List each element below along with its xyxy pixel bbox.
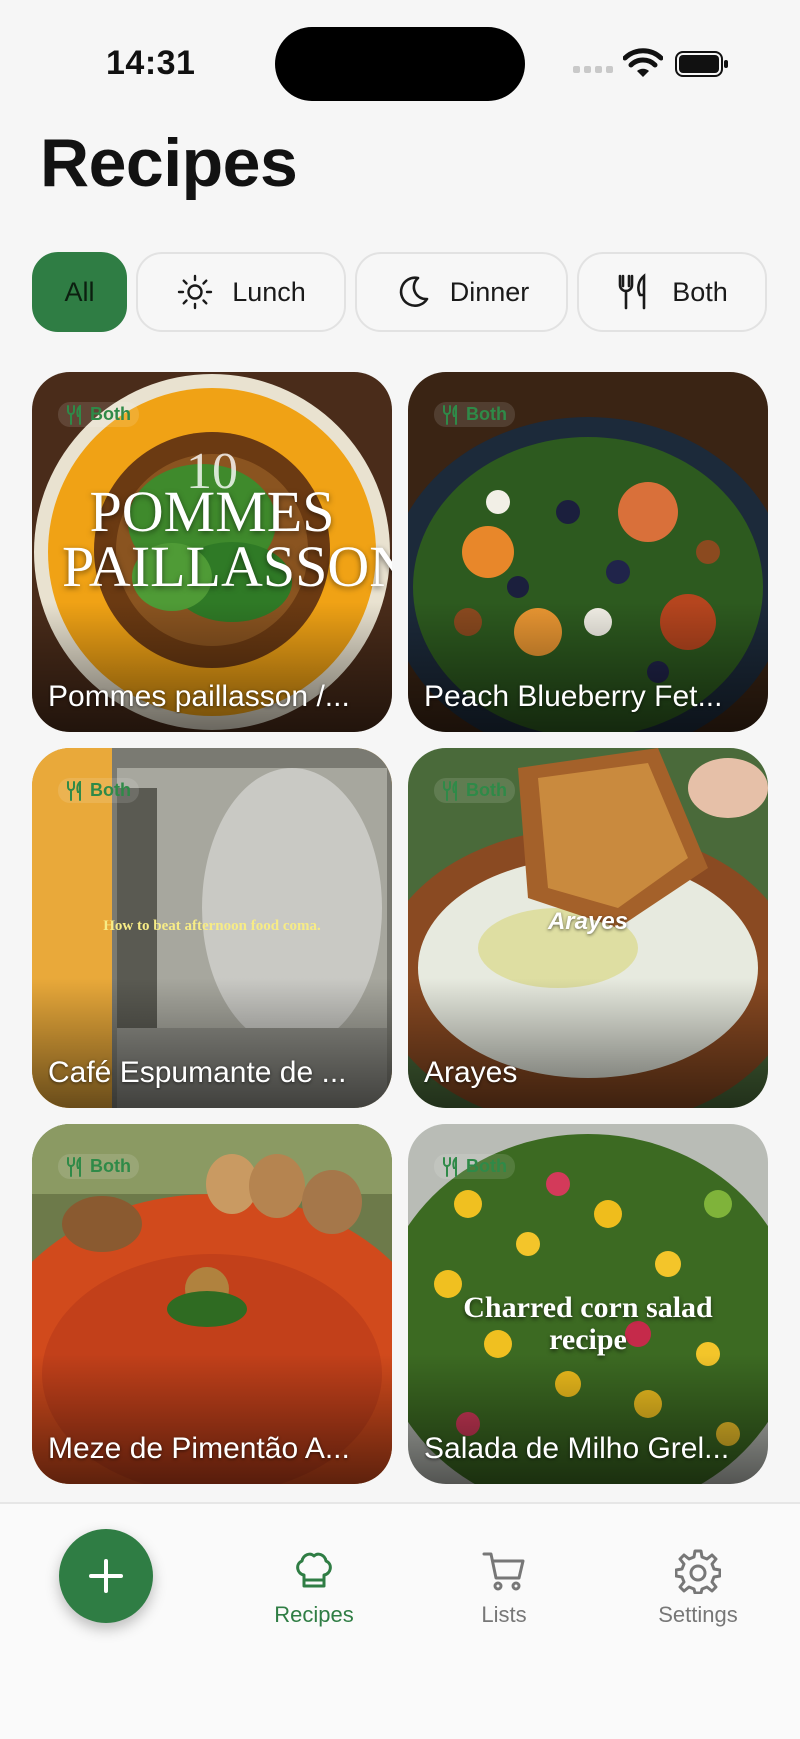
cellular-signal-icon	[573, 66, 613, 76]
tab-recipes[interactable]: Recipes	[244, 1548, 384, 1628]
meal-type-badge: Both	[58, 778, 139, 803]
image-overlay-text: POMMES PAILLASSON	[62, 479, 392, 600]
filter-chip-label: Dinner	[449, 276, 530, 307]
recipe-card[interactable]: Arayes Both Arayes	[408, 748, 768, 1108]
recipe-title: Meze de Pimentão A...	[48, 1432, 350, 1465]
dynamic-island	[275, 27, 525, 101]
bottom-tab-bar: Recipes Lists Settings	[0, 1502, 800, 1739]
image-overlay-text: How to beat afternoon food coma.	[103, 918, 321, 934]
page-title: Recipes	[40, 125, 298, 201]
filter-chip-lunch[interactable]: Lunch	[136, 252, 346, 332]
meal-type-badge: Both	[434, 1154, 515, 1179]
filter-chip-label: Lunch	[232, 276, 306, 307]
tab-label: Recipes	[274, 1602, 354, 1627]
status-time: 14:31	[106, 44, 196, 82]
image-overlay-text: Arayes	[547, 908, 629, 935]
chef-hat-icon	[296, 1552, 332, 1588]
recipe-card[interactable]: 10 POMMES PAILLASSON Both Pommes paillas…	[32, 372, 392, 732]
recipe-title: Pommes paillasson /...	[48, 680, 350, 713]
fork-knife-icon	[67, 1156, 81, 1177]
wifi-icon	[623, 48, 663, 77]
meal-type-badge: Both	[58, 402, 139, 427]
meal-type-badge: Both	[58, 1154, 139, 1179]
filter-chip-dinner[interactable]: Dinner	[355, 252, 568, 332]
meal-type-badge: Both	[434, 778, 515, 803]
recipe-title: Peach Blueberry Fet...	[424, 680, 723, 713]
fork-knife-icon	[443, 780, 457, 801]
recipe-title: Salada de Milho Grel...	[424, 1432, 730, 1465]
battery-icon	[675, 51, 728, 77]
sun-icon	[178, 274, 213, 310]
meal-type-badge: Both	[434, 402, 515, 427]
gear-icon	[675, 1549, 721, 1594]
recipe-title: Café Espumante de ...	[48, 1056, 347, 1089]
meal-filter-bar: All Lunch Dinner Both	[32, 252, 767, 332]
recipe-card[interactable]: Charred corn salad recipe Both Salada de…	[408, 1124, 768, 1484]
tab-lists[interactable]: Lists	[434, 1548, 574, 1628]
tab-label: Settings	[658, 1602, 738, 1627]
fork-knife-icon	[618, 273, 646, 310]
fork-knife-icon	[67, 780, 81, 801]
filter-chip-label: All	[64, 276, 95, 307]
recipe-title: Arayes	[424, 1056, 518, 1089]
tab-label: Lists	[481, 1602, 527, 1627]
add-recipe-button[interactable]	[59, 1529, 153, 1623]
fork-knife-icon	[67, 404, 81, 425]
moon-icon	[399, 276, 429, 307]
cart-icon	[482, 1552, 525, 1591]
fork-knife-icon	[443, 404, 457, 425]
tab-settings[interactable]: Settings	[628, 1548, 768, 1628]
status-bar: 14:31	[0, 0, 800, 120]
image-overlay-text: Charred corn salad recipe	[463, 1291, 713, 1356]
recipe-card[interactable]: How to beat afternoon food coma. Both Ca…	[32, 748, 392, 1108]
recipe-card[interactable]: Both Peach Blueberry Fet...	[408, 372, 768, 732]
filter-chip-label: Both	[672, 276, 728, 307]
filter-chip-all[interactable]: All	[32, 252, 127, 332]
recipe-card[interactable]: Both Meze de Pimentão A...	[32, 1124, 392, 1484]
recipe-grid: 10 POMMES PAILLASSON Both Pommes paillas…	[32, 372, 768, 1484]
fork-knife-icon	[443, 1156, 457, 1177]
plus-icon	[89, 1559, 123, 1593]
filter-chip-both[interactable]: Both	[577, 252, 767, 332]
